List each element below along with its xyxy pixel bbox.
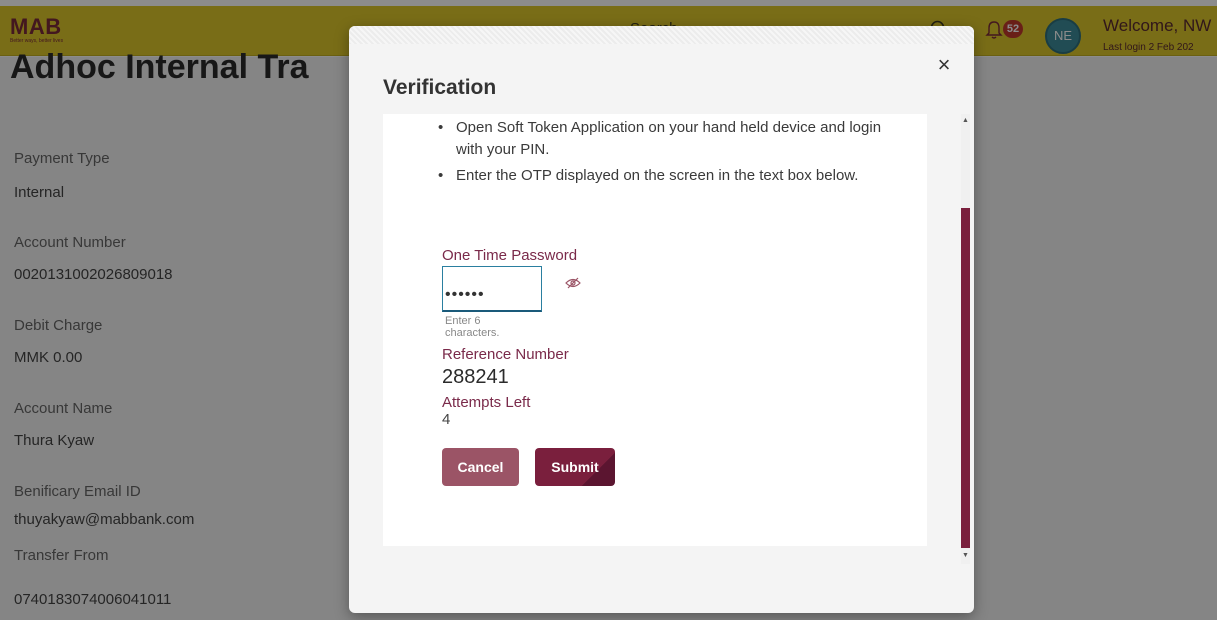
reference-number-value: 288241 xyxy=(442,366,509,388)
scroll-down-arrow-icon[interactable]: ▼ xyxy=(962,552,969,560)
reference-number-label: Reference Number xyxy=(442,346,569,363)
eye-slash-icon[interactable] xyxy=(565,276,581,294)
instruction-text: Enter the OTP displayed on the screen in… xyxy=(456,167,859,184)
modal-content: • Open Soft Token Application on your ha… xyxy=(383,114,927,546)
otp-input[interactable] xyxy=(442,266,542,312)
close-button[interactable]: × xyxy=(933,54,955,76)
otp-label: One Time Password xyxy=(442,247,578,264)
instruction-text: Open Soft Token Application on your hand… xyxy=(456,119,882,158)
instruction-item: • Open Soft Token Application on your ha… xyxy=(383,117,903,161)
submit-button[interactable]: Submit xyxy=(535,448,615,486)
modal-scrollbar[interactable]: ▲ ▼ xyxy=(961,114,970,564)
modal-title: Verification xyxy=(383,76,497,99)
scrollbar-thumb[interactable] xyxy=(961,208,970,548)
bullet-icon: • xyxy=(438,167,444,184)
scroll-up-arrow-icon[interactable]: ▲ xyxy=(962,117,969,125)
verification-modal: Verification × • Open Soft Token Applica… xyxy=(349,26,974,613)
instruction-item: • Enter the OTP displayed on the screen … xyxy=(383,165,903,209)
attempts-left-value: 4 xyxy=(442,411,451,428)
attempts-left-label: Attempts Left xyxy=(442,394,531,411)
modal-top-band xyxy=(349,26,974,44)
otp-hint: Enter 6 characters. xyxy=(445,315,500,339)
bullet-icon: • xyxy=(438,119,444,136)
cancel-button[interactable]: Cancel xyxy=(442,448,519,486)
